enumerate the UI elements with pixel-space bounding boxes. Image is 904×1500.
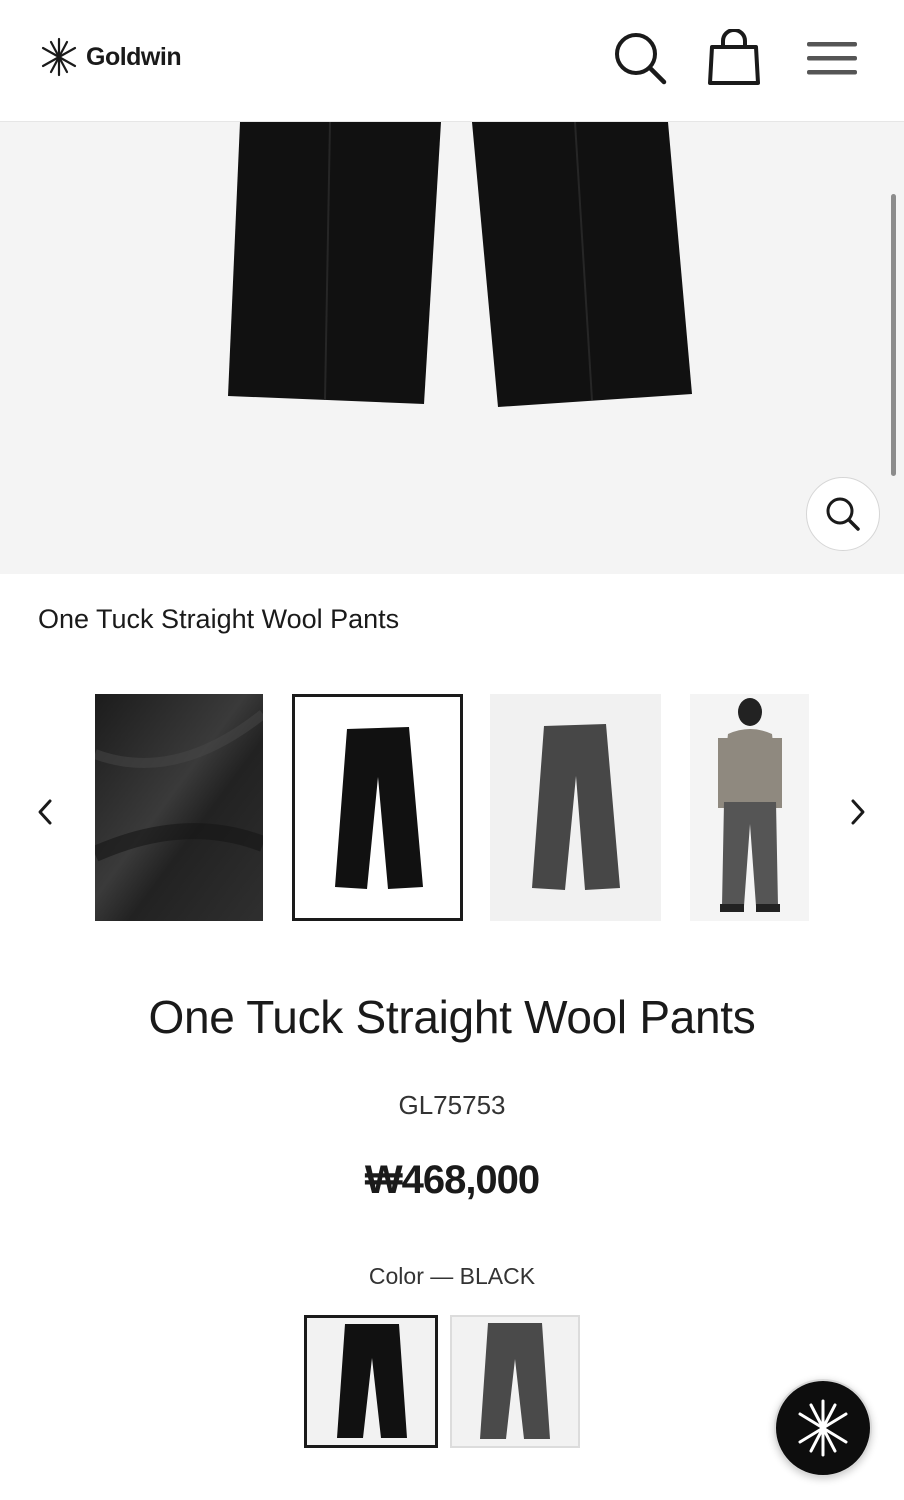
thumbnail-gray-pants[interactable] [490, 694, 661, 921]
thumbnail-model[interactable] [690, 694, 809, 921]
logo-icon [41, 37, 77, 77]
scrollbar[interactable] [891, 194, 896, 476]
brand-logo[interactable]: Goldwin [38, 36, 182, 78]
brand-mark-icon [798, 1399, 848, 1457]
product-price: ₩468,000 [364, 1158, 540, 1202]
black-swatch-image [337, 1324, 407, 1438]
product-name: One Tuck Straight Wool Pants [148, 991, 756, 1043]
search-icon [615, 33, 667, 85]
floating-brand-button[interactable] [774, 1379, 872, 1477]
cart-icon [708, 29, 760, 85]
zoom-icon [826, 497, 860, 531]
color-swatch-black[interactable] [304, 1315, 438, 1448]
search-button[interactable] [610, 28, 670, 88]
carousel-next-button[interactable] [838, 792, 878, 832]
hero-image[interactable] [0, 122, 904, 574]
site-header: Goldwin [0, 0, 904, 122]
carousel-prev-button[interactable] [25, 792, 65, 832]
fabric-image [95, 694, 263, 921]
menu-button[interactable] [802, 28, 862, 88]
black-pants-thumb [335, 727, 423, 889]
chevron-left-icon [38, 799, 52, 825]
cart-button[interactable] [704, 28, 764, 88]
pants-image [228, 122, 692, 407]
thumbnail-fabric[interactable] [95, 694, 263, 921]
zoom-button[interactable] [806, 477, 880, 551]
product-code: GL75753 [398, 1090, 506, 1120]
gray-swatch-image [480, 1323, 550, 1439]
gray-pants-thumb [532, 724, 620, 890]
color-swatch-gray[interactable] [450, 1315, 580, 1448]
chevron-right-icon [851, 799, 865, 825]
color-label: Color — BLACK [368, 1263, 536, 1289]
menu-icon [807, 42, 857, 75]
brand-name: Goldwin [86, 42, 182, 71]
thumbnail-black-pants[interactable] [292, 694, 463, 921]
breadcrumb-title: One Tuck Straight Wool Pants [38, 604, 400, 634]
model-image [718, 698, 782, 912]
